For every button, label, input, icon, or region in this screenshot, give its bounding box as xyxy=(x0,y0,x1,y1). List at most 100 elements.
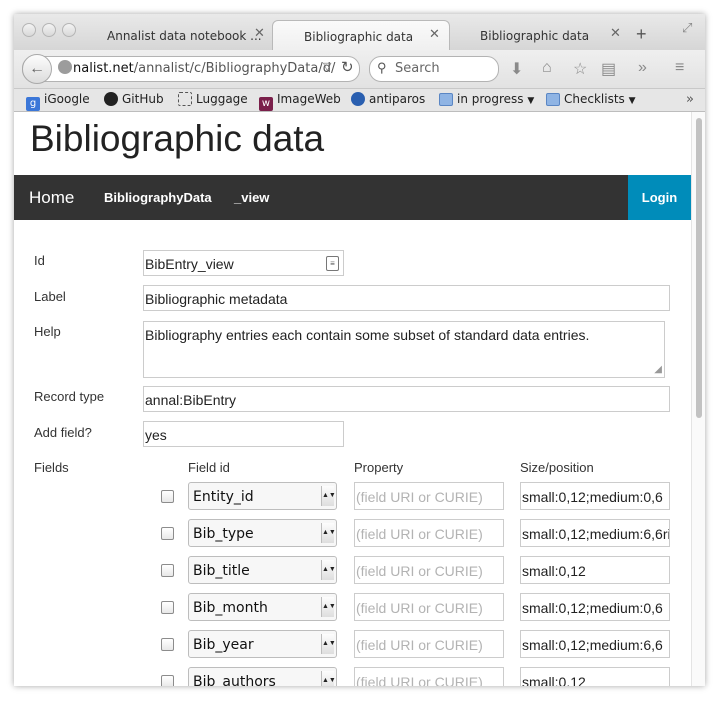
fullscreen-icon[interactable]: ⤢ xyxy=(682,20,692,36)
property-header: Property xyxy=(354,460,404,475)
bookmark-antiparos[interactable]: antiparos xyxy=(351,92,425,106)
select-arrow-icon: ▲▼ xyxy=(321,486,336,506)
field-id-value: Bib_month xyxy=(193,600,268,616)
field-id-select[interactable]: Entity_id ▲▼ xyxy=(188,482,337,510)
globe-icon xyxy=(351,92,365,106)
scroll-thumb[interactable] xyxy=(696,118,702,418)
menu-icon[interactable]: ≡ xyxy=(675,59,684,77)
label-label: Label xyxy=(34,289,66,304)
nav-collection-link[interactable]: BibliographyData xyxy=(104,175,212,220)
bookmark-folder-checklists[interactable]: Checklists ▼ xyxy=(546,92,636,106)
bookmarks-overflow-icon[interactable]: » xyxy=(686,92,694,107)
field-id-select[interactable]: Bib_year ▲▼ xyxy=(188,630,337,658)
row-select-checkbox[interactable] xyxy=(161,564,174,577)
add-field-label: Add field? xyxy=(34,425,92,440)
new-tab-icon[interactable]: + xyxy=(636,24,647,45)
id-field[interactable]: BibEntry_view ≡ xyxy=(143,250,344,276)
property-field[interactable]: (field URI or CURIE) xyxy=(354,593,504,621)
tab-strip: Annalist data notebook ... ✕ Bibliograph… xyxy=(14,14,705,51)
size-position-field[interactable]: small:0,12;medium:6,6right xyxy=(520,519,670,547)
bookmark-label: Checklists xyxy=(564,92,625,106)
record-type-field[interactable]: annal:BibEntry xyxy=(143,386,670,412)
row-select-checkbox[interactable] xyxy=(161,490,174,503)
field-id-select[interactable]: Bib_month ▲▼ xyxy=(188,593,337,621)
chevron-down-icon: ▼ xyxy=(628,96,636,106)
bookmark-label: iGoogle xyxy=(44,92,90,106)
login-button[interactable]: Login xyxy=(628,175,691,220)
size-position-field[interactable]: small:0,12 xyxy=(520,667,670,686)
property-field[interactable]: (field URI or CURIE) xyxy=(354,630,504,658)
reload-icon[interactable]: ↻ xyxy=(341,58,354,76)
select-arrow-icon: ▲▼ xyxy=(321,597,336,617)
id-value: BibEntry_view xyxy=(145,256,234,272)
browser-window: Annalist data notebook ... ✕ Bibliograph… xyxy=(14,14,705,686)
field-id-value: Bib_title xyxy=(193,563,250,579)
help-label: Help xyxy=(34,324,61,339)
property-field[interactable]: (field URI or CURIE) xyxy=(354,519,504,547)
close-window-button[interactable] xyxy=(22,23,36,37)
field-id-value: Bib_year xyxy=(193,637,254,653)
search-placeholder: Search xyxy=(395,61,440,76)
tab-close-icon[interactable]: ✕ xyxy=(254,26,265,41)
tab-bibliographic-data-active[interactable]: Bibliographic data ✕ xyxy=(272,20,450,51)
tab-label: Bibliographic data xyxy=(480,29,590,43)
size-position-field[interactable]: small:0,12;medium:6,6 xyxy=(520,630,670,658)
overflow-chevron-icon[interactable]: » xyxy=(638,59,647,77)
bookmark-folder-in-progress[interactable]: in progress ▼ xyxy=(439,92,534,106)
bookmark-label: antiparos xyxy=(369,92,426,106)
add-field-value: yes xyxy=(145,427,167,443)
bookmarks-bar: g iGoogle GitHub Luggage w ImageWeb antipa… xyxy=(14,89,705,112)
nav-home-link[interactable]: Home xyxy=(29,175,74,220)
bookmark-igoogle[interactable]: g iGoogle xyxy=(26,92,90,111)
bookmarks-list-icon[interactable]: ▤ xyxy=(601,59,616,79)
bookmark-luggage[interactable]: Luggage xyxy=(178,92,248,106)
minimize-window-button[interactable] xyxy=(42,23,56,37)
tab-close-icon[interactable]: ✕ xyxy=(610,26,621,41)
bookmark-imageweb[interactable]: w ImageWeb xyxy=(259,92,341,111)
property-field[interactable]: (field URI or CURIE) xyxy=(354,556,504,584)
field-id-header: Field id xyxy=(188,460,230,475)
row-select-checkbox[interactable] xyxy=(161,601,174,614)
site-identity-icon[interactable] xyxy=(58,60,72,74)
row-select-checkbox[interactable] xyxy=(161,638,174,651)
url-path: /annalist/c/BibliographyData/d/ xyxy=(133,61,336,76)
fields-label: Fields xyxy=(34,460,69,475)
size-position-field[interactable]: small:0,12;medium:0,6 xyxy=(520,593,670,621)
page-scrollbar[interactable] xyxy=(691,112,705,686)
tab-close-icon[interactable]: ✕ xyxy=(429,27,440,42)
page-title: Bibliographic data xyxy=(30,118,325,159)
nav-view-link[interactable]: _view xyxy=(234,175,269,220)
field-id-select[interactable]: Bib_title ▲▼ xyxy=(188,556,337,584)
field-id-value: Bib_type xyxy=(193,526,254,542)
add-field-input[interactable]: yes xyxy=(143,421,344,447)
property-field[interactable]: (field URI or CURIE) xyxy=(354,482,504,510)
bookmark-github[interactable]: GitHub xyxy=(104,92,164,106)
row-select-checkbox[interactable] xyxy=(161,675,174,686)
bookmark-star-icon[interactable]: ☆ xyxy=(573,59,587,79)
row-select-checkbox[interactable] xyxy=(161,527,174,540)
help-value: Bibliography entries each contain some s… xyxy=(145,327,590,343)
size-position-field[interactable]: small:0,12 xyxy=(520,556,670,584)
field-id-select[interactable]: Bib_type ▲▼ xyxy=(188,519,337,547)
tab-annalist-notebook[interactable]: Annalist data notebook ... ✕ xyxy=(94,20,272,50)
record-type-label: Record type xyxy=(34,389,105,404)
tab-bibliographic-data[interactable]: Bibliographic data ✕ xyxy=(450,20,628,50)
size-position-field[interactable]: small:0,12;medium:0,6 xyxy=(520,482,670,510)
help-textarea[interactable]: Bibliography entries each contain some s… xyxy=(143,321,665,378)
bookmark-label: GitHub xyxy=(122,92,164,106)
url-bar[interactable]: ← nalist.net/annalist/c/BibliographyData… xyxy=(22,54,360,84)
back-button-icon[interactable]: ← xyxy=(22,54,52,84)
url-text[interactable]: nalist.net/annalist/c/BibliographyData/d… xyxy=(73,61,335,76)
property-field[interactable]: (field URI or CURIE) xyxy=(354,667,504,686)
field-id-select[interactable]: Bib_authors ▲▼ xyxy=(188,667,337,686)
bookmark-label: ImageWeb xyxy=(277,92,341,106)
home-icon[interactable]: ⌂ xyxy=(542,59,552,77)
page-content: Bibliographic data Home BibliographyData… xyxy=(14,112,691,686)
select-arrow-icon: ▲▼ xyxy=(321,634,336,654)
resize-grip-icon[interactable]: ◢ xyxy=(654,364,662,375)
zoom-window-button[interactable] xyxy=(62,23,76,37)
label-field[interactable]: Bibliographic metadata xyxy=(143,285,670,311)
url-dropdown-icon[interactable]: ▽ xyxy=(323,60,331,73)
download-icon[interactable]: ⬇ xyxy=(510,59,523,79)
search-bar[interactable]: ⚲ Search xyxy=(369,56,499,82)
